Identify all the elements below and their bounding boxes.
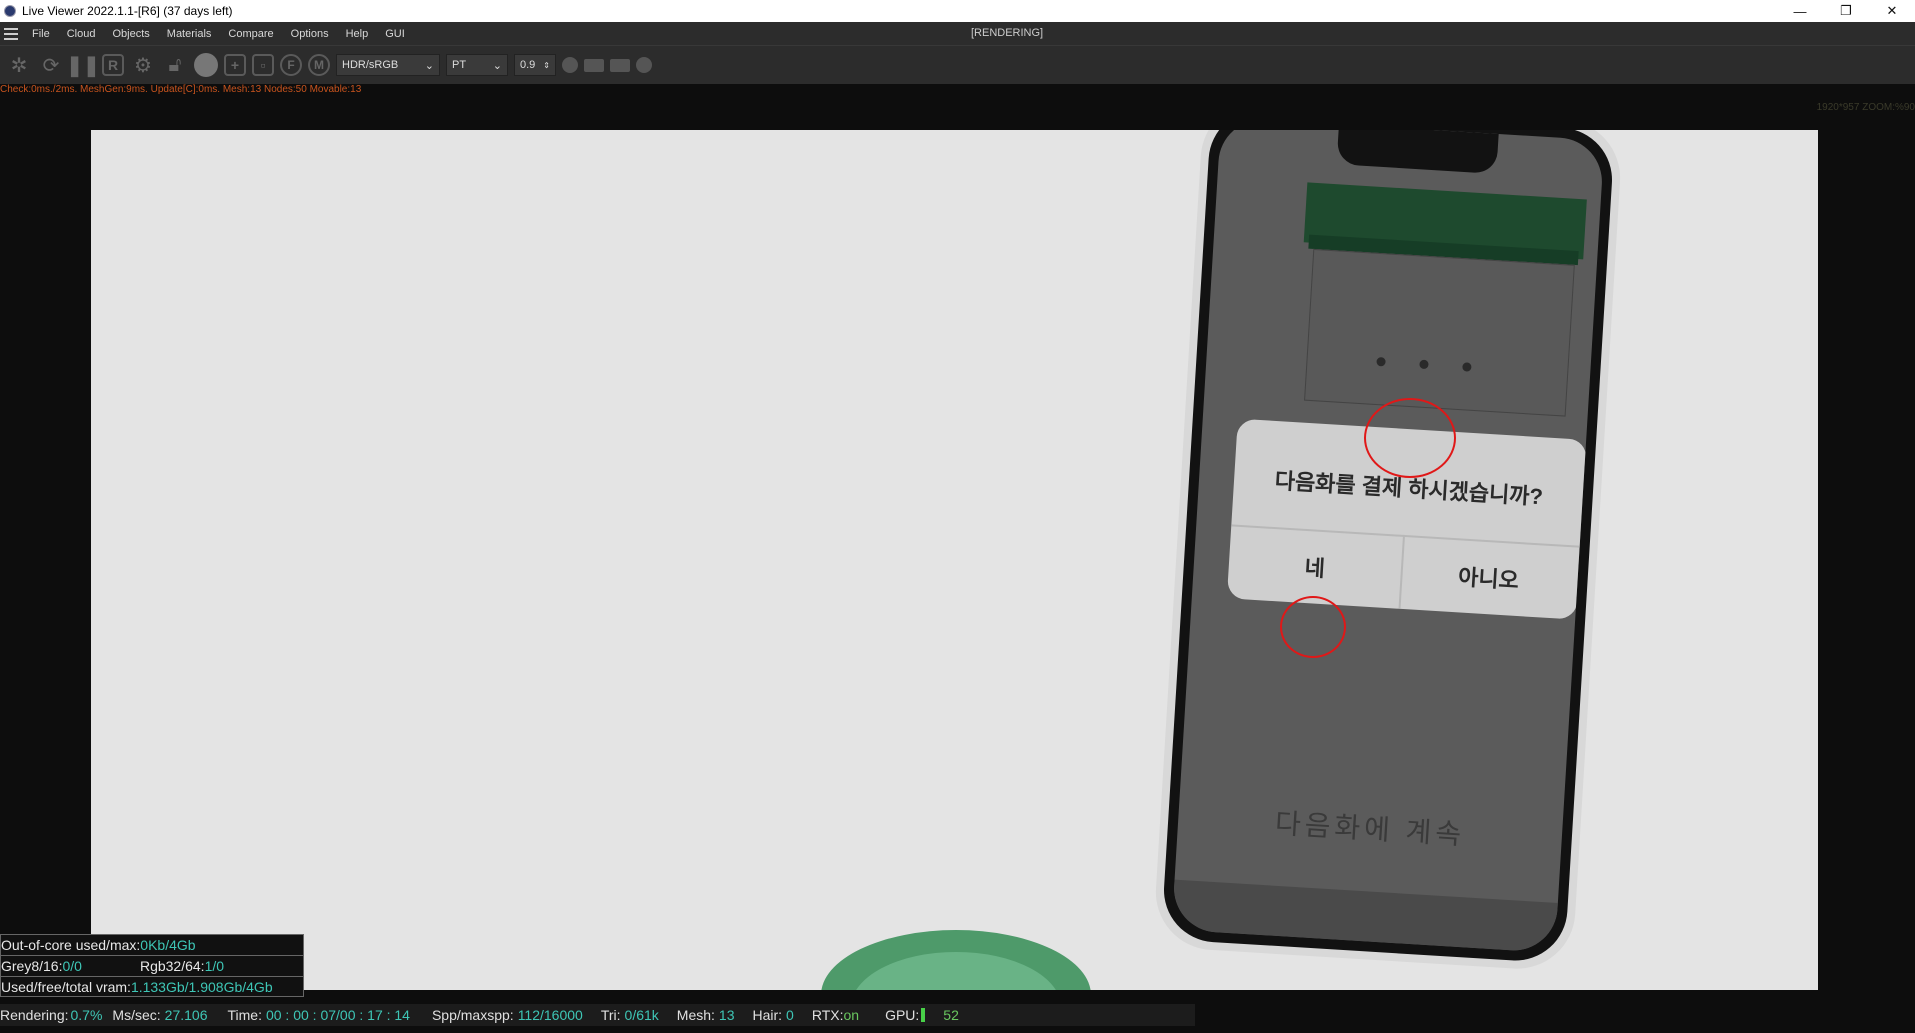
pause-icon[interactable]: ❚❚ [66,52,100,78]
mesh-value: 13 [718,1007,735,1023]
rendering-percent: 0.7% [70,1007,103,1023]
product-box [1304,248,1575,417]
memory-info-panel: Out-of-core used/max: 0Kb/4Gb Grey8/16: … [0,934,304,997]
camera-icon[interactable] [610,58,630,72]
menu-bar: File Cloud Objects Materials Compare Opt… [0,22,1915,45]
zoom-info: 1920*957 ZOOM:%90 [1816,102,1915,113]
gear-icon[interactable]: ⚙ [130,52,156,78]
stepper-value: 0.9 [520,59,536,71]
rtx-value: on [843,1007,860,1023]
gpu-value: 52 [943,1007,959,1023]
value-stepper[interactable]: 0.9 ⇕ [514,54,556,76]
stepper-arrows-icon: ⇕ [543,60,550,70]
render-viewport[interactable]: 다음화를 결제 하시겠습니까? 네 아니오 다음화에 계속 [91,130,1818,990]
lock-icon[interactable]: 🔓︎ [162,52,188,78]
circle-tool-icon[interactable] [562,57,578,73]
hamburger-menu-icon[interactable] [4,27,18,40]
sphere-icon[interactable] [194,53,218,77]
menu-compare[interactable]: Compare [220,28,282,40]
app-logo-icon [4,5,16,17]
restore-button[interactable]: ❐ [1823,0,1869,22]
ms-per-sec: 27.106 [164,1007,208,1023]
menu-help[interactable]: Help [338,28,378,40]
dot-tool-icon[interactable] [636,57,652,73]
close-button[interactable]: ✕ [1869,0,1915,22]
region-render-icon[interactable]: R [102,54,124,76]
colorspace-select[interactable]: HDR/sRGB ⌄ [336,54,440,76]
status-bar: Rendering: 0.7% Ms/sec: 27.106 Time: 00 … [0,1004,1195,1026]
phone-model: 다음화를 결제 하시겠습니까? 네 아니오 다음화에 계속 [1152,130,1624,973]
gpu-usage-bar [921,1008,926,1022]
focus-box-icon[interactable]: ▫ [252,54,274,76]
title-bar: Live Viewer 2022.1.1-[R6] (37 days left)… [0,0,1915,22]
colorspace-value: HDR/sRGB [342,59,399,71]
settings-icon[interactable]: ✲ [6,52,32,78]
menu-objects[interactable]: Objects [104,28,158,40]
red-circle-annotation [1364,398,1456,478]
menu-file[interactable]: File [24,28,59,40]
red-circle-annotation [1280,596,1346,658]
material-pick-icon[interactable]: M [308,54,330,76]
window-title: Live Viewer 2022.1.1-[R6] (37 days left) [22,4,233,18]
rect-tool-icon[interactable] [584,58,604,72]
hair-value: 0 [786,1007,794,1023]
menu-cloud[interactable]: Cloud [59,28,105,40]
out-of-core-row: Out-of-core used/max: 0Kb/4Gb [0,934,304,955]
chevron-down-icon: ⌄ [492,59,502,72]
add-box-icon[interactable]: + [224,54,246,76]
kernel-value: PT [452,59,467,71]
render-status-label: [RENDERING] [971,27,1044,39]
chevron-down-icon: ⌄ [424,59,434,72]
menu-options[interactable]: Options [283,28,338,40]
render-time: 00 : 00 : 07/00 : 17 : 14 [265,1007,410,1023]
minimize-button[interactable]: — [1777,0,1823,22]
menu-materials[interactable]: Materials [159,28,221,40]
phone-notch [1336,130,1499,174]
continue-text: 다음화에 계속 [1274,807,1466,851]
menu-gui[interactable]: GUI [377,28,414,40]
texture-count-row: Grey8/16: 0/0 Rgb32/64: 1/0 [0,955,304,976]
toolbar: ✲ ⟳ ❚❚ R ⚙ 🔓︎ + ▫ F M HDR/sRGB ⌄ PT ⌄ 0.… [0,45,1915,84]
kernel-select[interactable]: PT ⌄ [446,54,508,76]
spp-value: 112/16000 [517,1007,583,1023]
dialog-no-button: 아니오 [1457,564,1520,594]
vram-row: Used/free/total vram: 1.133Gb/1.908Gb/4G… [0,976,304,997]
focus-pick-icon[interactable]: F [280,54,302,76]
tri-value: 0/61k [624,1007,659,1023]
render-stats-line: Check:0ms./2ms. MeshGen:9ms. Update[C]:0… [0,84,362,95]
refresh-icon[interactable]: ⟳ [38,52,64,78]
phone-screen: 다음화를 결제 하시겠습니까? 네 아니오 다음화에 계속 [1171,130,1605,953]
